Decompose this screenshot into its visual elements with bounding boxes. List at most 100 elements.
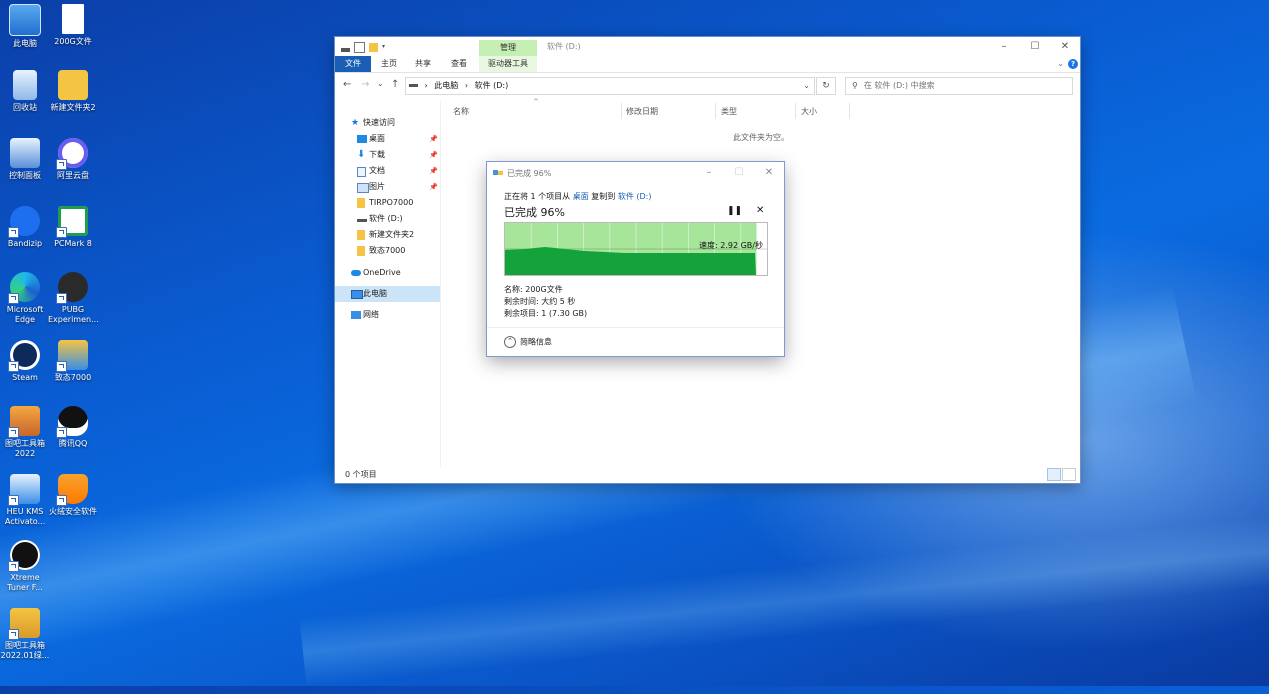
desktop-icon-item[interactable]: PCMark 8 bbox=[48, 206, 98, 249]
desktop-icon-item[interactable]: 回收站 bbox=[0, 70, 50, 113]
desktop-icon-label: HEU KMS Activato... bbox=[4, 507, 46, 526]
nav-network[interactable]: 网络 bbox=[335, 307, 440, 323]
nav-label: 图片 bbox=[369, 182, 385, 191]
context-tab-manage[interactable]: 管理 bbox=[479, 40, 537, 56]
speed-label: 速度: 2.92 GB/秒 bbox=[699, 241, 763, 250]
shortcut-arrow-icon bbox=[8, 629, 19, 640]
title-bar[interactable]: ▾ 管理 软件 (D:) – ☐ ✕ bbox=[335, 37, 1080, 56]
tab-view[interactable]: 查看 bbox=[445, 56, 473, 72]
forward-icon[interactable]: → bbox=[361, 79, 369, 90]
minimize-button[interactable]: – bbox=[989, 39, 1019, 55]
network-icon bbox=[351, 311, 361, 319]
desktop-icon-item[interactable]: 控制面板 bbox=[0, 138, 50, 181]
dialog-maximize-button[interactable]: ☐ bbox=[727, 165, 751, 181]
nav-item-desktop[interactable]: 桌面 📌 bbox=[335, 131, 440, 147]
desktop-icon-item[interactable]: 致态7000 bbox=[48, 340, 98, 383]
up-icon[interactable]: ↑ bbox=[391, 79, 399, 90]
desktop-icon-item[interactable]: 新建文件夹2 bbox=[48, 70, 98, 113]
desktop-icon-item[interactable]: 200G文件 bbox=[48, 4, 98, 47]
ribbon-expand-icon[interactable]: ⌄ bbox=[1057, 59, 1064, 68]
desktop-icon-item[interactable]: Microsoft Edge bbox=[0, 272, 50, 325]
address-dropdown-icon[interactable]: ⌄ bbox=[803, 78, 810, 94]
desktop-icon-item[interactable]: 阿里云盘 bbox=[48, 138, 98, 181]
desktop-icon-item[interactable]: 图吧工具箱 2022.01绿... bbox=[0, 608, 50, 661]
back-icon[interactable]: ← bbox=[343, 79, 351, 90]
column-headers: ^ 名称 修改日期 类型 大小 bbox=[441, 98, 1080, 121]
nav-item-documents[interactable]: 文档 📌 bbox=[335, 163, 440, 179]
column-size[interactable]: 大小 bbox=[801, 106, 817, 117]
desktop-icon-label: 新建文件夹2 bbox=[50, 103, 96, 112]
close-button[interactable]: ✕ bbox=[1050, 39, 1080, 55]
folder-icon[interactable] bbox=[369, 43, 378, 52]
pin-icon[interactable]: 📌 bbox=[429, 131, 438, 147]
nav-label: 桌面 bbox=[369, 134, 385, 143]
tab-share[interactable]: 共享 bbox=[409, 56, 437, 72]
shortcut-arrow-icon bbox=[8, 361, 19, 372]
column-divider[interactable] bbox=[715, 103, 716, 119]
column-divider[interactable] bbox=[849, 103, 850, 119]
desktop-icon-item[interactable]: HEU KMS Activato... bbox=[0, 474, 50, 527]
column-type[interactable]: 类型 bbox=[721, 106, 737, 117]
tab-home[interactable]: 主页 bbox=[375, 56, 403, 72]
details-view-button[interactable] bbox=[1047, 468, 1061, 481]
pin-icon[interactable]: 📌 bbox=[429, 179, 438, 195]
desktop-icon-item[interactable]: 此电脑 bbox=[0, 4, 50, 49]
nav-this-pc[interactable]: 此电脑 bbox=[335, 286, 440, 302]
pin-icon[interactable]: 📌 bbox=[429, 163, 438, 179]
column-date[interactable]: 修改日期 bbox=[626, 106, 658, 117]
pin-icon[interactable]: 📌 bbox=[429, 147, 438, 163]
source-link[interactable]: 桌面 bbox=[573, 192, 589, 201]
recent-dropdown-icon[interactable]: ⌄ bbox=[377, 79, 384, 88]
desktop-icon-label: Steam bbox=[12, 373, 38, 382]
address-bar[interactable]: › 此电脑 › 软件 (D:) ⌄ bbox=[405, 77, 815, 95]
shortcut-arrow-icon bbox=[56, 361, 67, 372]
app-icon bbox=[8, 340, 40, 372]
desktop-icon-label: PUBG Experimen... bbox=[48, 305, 99, 324]
dialog-minimize-button[interactable]: – bbox=[697, 165, 721, 181]
nav-item-downloads[interactable]: ⬇ 下载 📌 bbox=[335, 147, 440, 163]
large-icons-view-button[interactable] bbox=[1062, 468, 1076, 481]
status-item-count: 0 个项目 bbox=[345, 470, 377, 479]
dropdown-icon[interactable]: ▾ bbox=[382, 43, 388, 52]
fewer-details-button[interactable]: ⌃ 简略信息 bbox=[504, 336, 552, 348]
search-input[interactable]: ⚲ 在 软件 (D:) 中搜索 bbox=[845, 77, 1073, 95]
desktop-icon-item[interactable]: 腾讯QQ bbox=[48, 406, 98, 449]
desktop-icon-item[interactable]: 火绒安全软件 bbox=[48, 474, 98, 517]
cancel-copy-button[interactable]: ✕ bbox=[756, 205, 764, 216]
desktop-icon-item[interactable]: 图吧工具箱 2022 bbox=[0, 406, 50, 459]
desktop-icon-item[interactable]: Bandizip bbox=[0, 206, 50, 249]
app-icon bbox=[56, 474, 88, 506]
desktop-icon-item[interactable]: Xtreme Tuner F... bbox=[0, 540, 50, 593]
sort-arrow-icon: ^ bbox=[533, 98, 539, 106]
tab-drive-tools[interactable]: 驱动器工具 bbox=[479, 56, 537, 72]
properties-icon[interactable] bbox=[354, 42, 365, 53]
nav-onedrive[interactable]: OneDrive bbox=[335, 265, 440, 281]
pause-button[interactable]: ❚❚ bbox=[727, 206, 742, 216]
cloud-icon bbox=[351, 270, 361, 276]
desktop-icon-item[interactable]: PUBG Experimen... bbox=[48, 272, 99, 325]
destination-link[interactable]: 软件 (D:) bbox=[618, 192, 652, 201]
nav-item-pictures[interactable]: 图片 📌 bbox=[335, 179, 440, 195]
search-placeholder: 在 软件 (D:) 中搜索 bbox=[863, 81, 935, 90]
copy-progress-dialog[interactable]: 已完成 96% – ☐ ✕ 正在将 1 个项目从 桌面 复制到 软件 (D:) … bbox=[487, 162, 784, 356]
breadcrumb-drive[interactable]: 软件 (D:) bbox=[475, 81, 509, 90]
desktop-icon-item[interactable]: Steam bbox=[0, 340, 50, 383]
nav-item-new-folder-2[interactable]: 新建文件夹2 bbox=[335, 227, 440, 243]
shortcut-arrow-icon bbox=[8, 227, 19, 238]
column-divider[interactable] bbox=[621, 103, 622, 119]
nav-item-zhitai7000[interactable]: 致态7000 bbox=[335, 243, 440, 259]
navigation-pane[interactable]: ★ 快速访问 桌面 📌 ⬇ 下载 📌 文档 📌 图片 📌 TIRPO7000 软… bbox=[335, 101, 441, 467]
dialog-close-button[interactable]: ✕ bbox=[757, 165, 781, 181]
maximize-button[interactable]: ☐ bbox=[1020, 39, 1050, 55]
nav-item-tirpo7000[interactable]: TIRPO7000 bbox=[335, 195, 440, 211]
desktop-icon-label: 200G文件 bbox=[54, 37, 92, 46]
breadcrumb-this-pc[interactable]: 此电脑 bbox=[434, 81, 458, 90]
nav-item-drive-d[interactable]: 软件 (D:) bbox=[335, 211, 440, 227]
column-divider[interactable] bbox=[795, 103, 796, 119]
app-icon bbox=[9, 4, 41, 36]
nav-quick-access[interactable]: ★ 快速访问 bbox=[335, 115, 440, 131]
column-name[interactable]: 名称 bbox=[453, 106, 469, 117]
tab-file[interactable]: 文件 bbox=[335, 56, 371, 72]
refresh-button[interactable]: ↻ bbox=[816, 77, 836, 95]
help-icon[interactable]: ? bbox=[1068, 59, 1078, 69]
